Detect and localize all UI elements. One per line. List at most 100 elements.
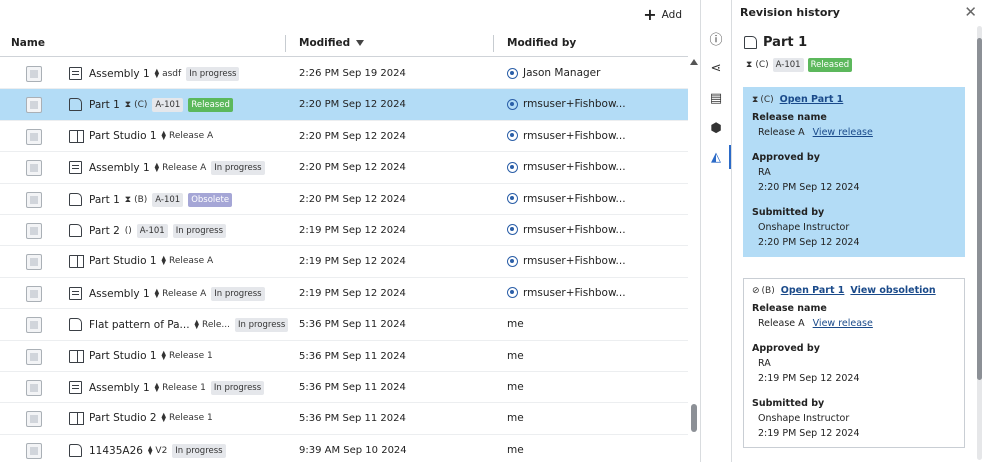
column-header-modified-by[interactable]: Modified by: [507, 37, 576, 49]
info-icon[interactable]: ⓘ: [708, 30, 724, 48]
open-part-link[interactable]: Open Part 1: [781, 285, 845, 296]
table-row[interactable]: Part 2 () A-101 In progress 2:19 PM Sep 12 2…: [0, 215, 688, 247]
revision-info: ⧫ V2: [148, 446, 167, 456]
view-obsoletion-link[interactable]: View obsoletion: [850, 285, 935, 296]
revision-label: Release A: [168, 130, 214, 141]
table-scrollbar[interactable]: [691, 404, 697, 432]
table-row[interactable]: Assembly 1 ⧫ Release 1 In progress 5:36 PM S…: [0, 372, 688, 404]
modified-cell: 2:26 PM Sep 19 2024: [299, 68, 406, 79]
modified-cell: 2:19 PM Sep 12 2024: [299, 224, 406, 236]
thumbnail-image: [26, 285, 42, 302]
part-icon: [69, 192, 82, 206]
studio-icon: [69, 349, 84, 363]
document-icon[interactable]: ▤: [708, 90, 724, 106]
modified-by-name: rmsuser+Fishbow...: [523, 286, 626, 299]
revision-history-icon[interactable]: ◭: [708, 149, 724, 165]
table-row[interactable]: Part Studio 1 ⧫ Release A 2:19 PM Sep 12 20…: [0, 246, 688, 278]
assembly-icon: [69, 380, 82, 394]
add-button[interactable]: + Add: [643, 5, 682, 24]
revision-label: (C): [760, 94, 774, 105]
table-row[interactable]: Part Studio 1 ⧫ Release A 2:20 PM Sep 12 20…: [0, 121, 688, 153]
status-badge: In progress: [186, 67, 240, 81]
table-row[interactable]: Assembly 1 ⧫ asdf In progress 2:26 PM Sep 19…: [0, 58, 688, 90]
table-row[interactable]: Part Studio 2 ⧫ Release 1 5:36 PM Sep 11 20…: [0, 403, 688, 435]
revision-label: Release 1: [162, 382, 206, 393]
status-badge: In progress: [210, 380, 265, 395]
submitted-time: 2:19 PM Sep 12 2024: [758, 428, 860, 439]
revision-info: ⧫ Rele...: [195, 320, 230, 330]
modified-by-name: rmsuser+Fishbow...: [523, 129, 626, 142]
release-icon: ⧫: [161, 256, 166, 267]
table-row[interactable]: Assembly 1 ⧫ Release A In progress 2:20 PM S…: [0, 152, 688, 184]
share-icon[interactable]: ⋖: [708, 60, 724, 76]
release-icon: ⧫: [154, 382, 160, 393]
submitted-by-value: Onshape Instructor: [758, 413, 850, 424]
user-avatar-icon: [507, 255, 518, 267]
revision-card[interactable]: ⧗ (C) Open Part 1 Release name Release A View…: [743, 87, 965, 257]
view-release-link[interactable]: View release: [813, 318, 873, 329]
table-row[interactable]: Part 1 ⧗ (B) A-101 Obsolete 2:20 PM Sep 12 20…: [0, 184, 688, 215]
submitted-by-value: Onshape Instructor: [758, 222, 850, 233]
status-badge: In progress: [235, 318, 289, 333]
table-row[interactable]: 11435A26 ⧫ V2 In progress 9:39 AM Sep 10 202…: [0, 435, 688, 462]
column-header-name[interactable]: Name: [11, 37, 45, 49]
modified-by-cell: rmsuser+Fishbow...: [507, 98, 626, 110]
user-avatar-icon: [507, 224, 518, 236]
modified-cell: 5:36 PM Sep 11 2024: [299, 413, 406, 425]
thumbnail-image: [26, 222, 42, 239]
column-header-modified[interactable]: Modified: [299, 37, 365, 49]
revision-info: ⧫ Release 1: [155, 383, 206, 393]
user-avatar-icon: [507, 98, 518, 110]
user-avatar-icon: [507, 287, 518, 299]
column-header-modified-label: Modified: [299, 37, 351, 49]
close-icon[interactable]: ✕: [964, 3, 977, 21]
table-row[interactable]: Part Studio 1 ⧫ Release 1 5:36 PM Sep 11 20…: [0, 341, 688, 372]
name-cell: Part 1 ⧗ (C) A-101 Released: [89, 98, 233, 113]
table-row[interactable]: Flat pattern of Pa... ⧫ Rele... In progress…: [0, 309, 688, 341]
open-part-link[interactable]: Open Part 1: [780, 94, 844, 105]
modified-cell: 2:20 PM Sep 12 2024: [299, 99, 406, 111]
column-resizer[interactable]: [285, 35, 286, 52]
part-icon: [744, 36, 757, 49]
revision-label: Release 1: [168, 413, 213, 424]
thumbnail-image: [26, 411, 42, 428]
table-row[interactable]: Part 1 ⧗ (C) A-101 Released 2:20 PM Sep 12 20…: [0, 89, 688, 121]
revision-card[interactable]: ⊘ (B) Open Part 1 View obsoletion Release na…: [743, 278, 965, 448]
modified-by-name: rmsuser+Fishbow...: [523, 98, 626, 111]
item-name: 11435A26: [89, 444, 143, 457]
revision-info: ⧗ (C): [752, 95, 774, 105]
status-badge: In progress: [172, 223, 226, 238]
release-name-row: Release A View release: [758, 318, 956, 329]
panel-title: Revision history: [740, 6, 840, 19]
modified-cell: 2:20 PM Sep 12 2024: [299, 130, 406, 142]
release-name-label: Release name: [752, 112, 827, 123]
approved-time: 2:20 PM Sep 12 2024: [758, 182, 860, 193]
name-cell: Part Studio 1 ⧫ Release A: [89, 130, 213, 142]
scroll-up-arrow-icon[interactable]: [690, 59, 698, 65]
name-cell: 11435A26 ⧫ V2 In progress: [89, 443, 226, 458]
column-resizer[interactable]: [493, 35, 494, 52]
submitted-by-label: Submitted by: [752, 398, 825, 409]
name-cell: Part Studio 1 ⧫ Release 1: [89, 350, 213, 362]
modified-by-cell: Jason Manager: [507, 67, 600, 79]
submitted-by-label: Submitted by: [752, 207, 825, 218]
release-name-value: Release A: [758, 318, 805, 329]
thumbnail-image: [26, 254, 42, 271]
view-release-link[interactable]: View release: [813, 127, 873, 138]
status-badge: In progress: [211, 161, 265, 176]
revision-info: ⧫ Release A: [155, 289, 207, 299]
thumbnail-image: [26, 97, 42, 114]
table-row[interactable]: Assembly 1 ⧫ Release A In progress 2:19 PM S…: [0, 278, 688, 310]
modified-cell: 2:20 PM Sep 12 2024: [299, 193, 406, 205]
modified-cell: 2:20 PM Sep 12 2024: [299, 162, 406, 174]
thumbnail-image: [26, 160, 42, 177]
item-name: Part 1: [89, 99, 120, 112]
name-cell: Part 1 ⧗ (B) A-101 Obsolete: [89, 192, 233, 207]
plus-icon: +: [643, 5, 657, 24]
apps-icon[interactable]: ⬢: [708, 120, 724, 136]
panel-scrollbar-thumb[interactable]: [977, 38, 982, 380]
item-name: Assembly 1: [89, 287, 150, 300]
revision-label: (B): [134, 194, 148, 205]
item-name: Part Studio 1: [89, 129, 157, 142]
revision-label: V2: [155, 445, 168, 456]
